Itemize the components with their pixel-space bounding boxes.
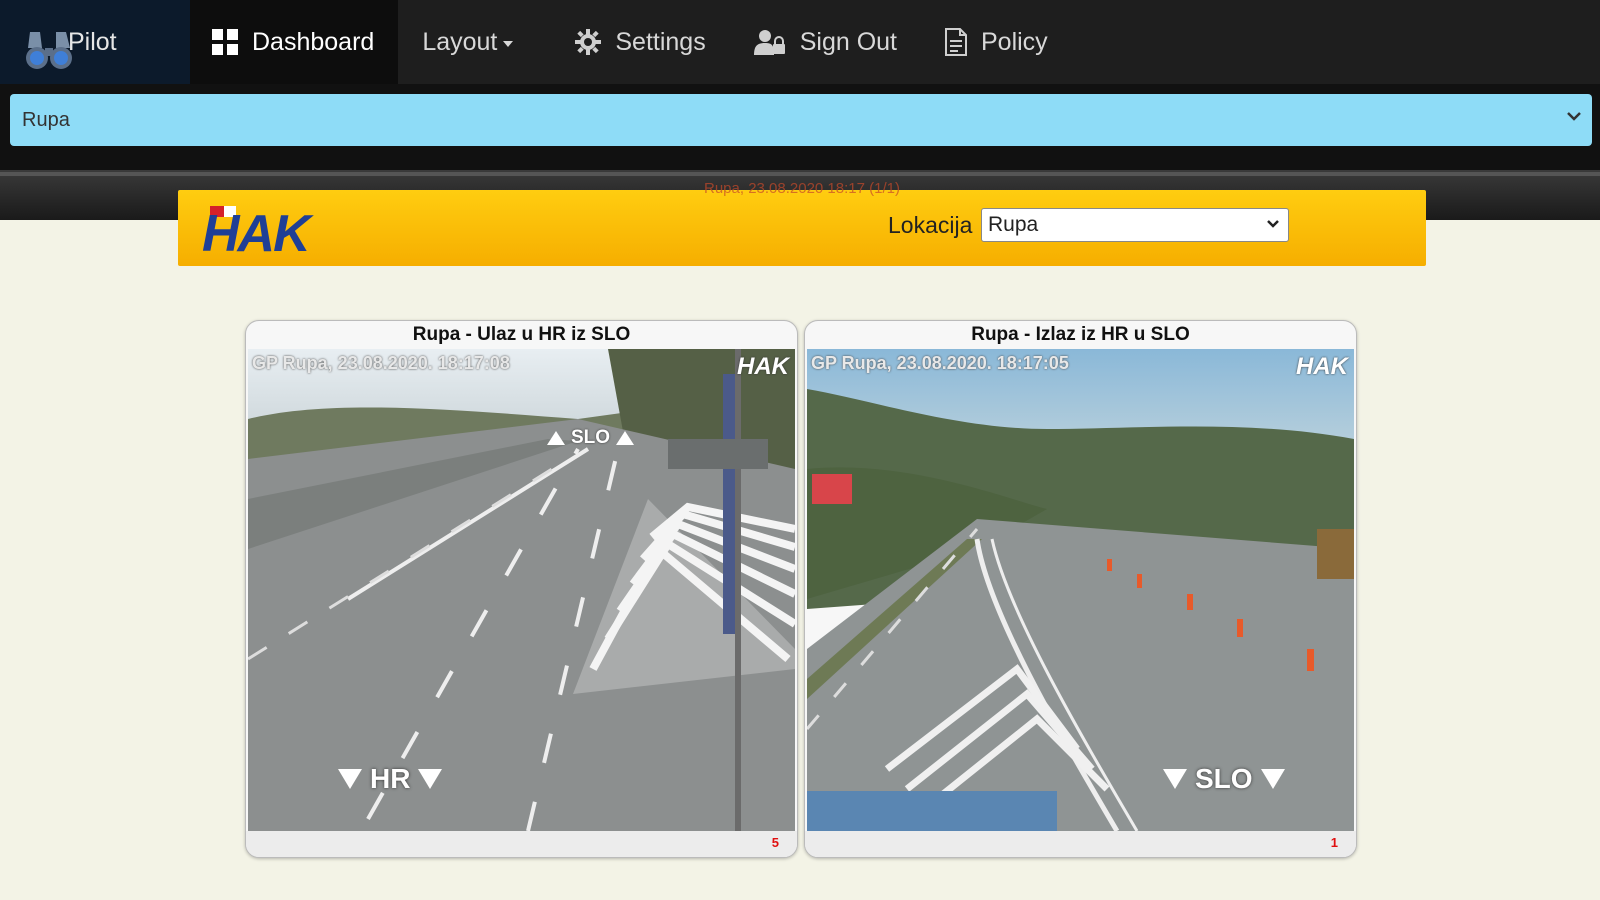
location-select[interactable]: Rupa xyxy=(10,94,1592,146)
chevron-down-icon xyxy=(1267,220,1279,228)
nav-sign-out-label: Sign Out xyxy=(799,27,897,56)
camera-image[interactable]: GP Rupa, 23.08.2020. 18:17:05 HAK SLO xyxy=(807,349,1354,831)
brand[interactable]: Pilot xyxy=(0,0,190,84)
camera-card-exit[interactable]: Rupa - Izlaz iz HR u SLO GP Rupa, 23.08.… xyxy=(804,320,1357,858)
road-sign-top: SLO xyxy=(541,427,640,449)
camera-title: Rupa - Izlaz iz HR u SLO xyxy=(971,324,1190,345)
chevron-down-icon xyxy=(1567,112,1581,121)
road-sign-top-label: SLO xyxy=(571,427,611,448)
camera-footer: 5 xyxy=(246,831,797,857)
camera-watermark: HAK xyxy=(1296,353,1348,380)
camera-timestamp: GP Rupa, 23.08.2020. 18:17:05 xyxy=(811,353,1069,373)
hak-header: Rupa, 23.08.2020 18:17 (1/1) HAK Lokacij… xyxy=(178,180,1426,266)
nav-policy[interactable]: Policy xyxy=(921,0,1072,84)
arrow-down-icon xyxy=(1260,769,1285,789)
nav-settings-label: Settings xyxy=(615,27,706,56)
nav-layout-label: Layout xyxy=(422,27,498,56)
camera-counter: 1 xyxy=(1330,835,1338,850)
location-select-bar: Rupa xyxy=(0,84,1600,170)
nav-dashboard-label: Dashboard xyxy=(252,27,375,56)
camera-title: Rupa - Ulaz u HR iz SLO xyxy=(412,324,631,345)
location-select-value: Rupa xyxy=(22,108,70,131)
user-lock-icon xyxy=(753,30,785,55)
camera-card-entry[interactable]: Rupa - Ulaz u HR iz SLO GP Rupa, 23.08.2… xyxy=(245,320,798,858)
camera-image[interactable]: GP Rupa, 23.08.2020. 18:17:08 HAK SLO HR xyxy=(248,349,795,831)
grid-icon xyxy=(212,29,238,55)
camera-timestamp: GP Rupa, 23.08.2020. 18:17:08 xyxy=(252,353,510,373)
gear-icon xyxy=(575,29,602,55)
road-direction-label: HR xyxy=(330,763,450,795)
camera-watermark: HAK xyxy=(737,353,789,380)
road-direction-text: SLO xyxy=(1195,763,1253,794)
binoculars-icon xyxy=(24,26,74,77)
top-navbar: Pilot Dashboard Layout Settings Sign Out… xyxy=(0,0,1600,84)
location-dropdown-value: Rupa xyxy=(988,213,1039,236)
road-direction-text: HR xyxy=(370,763,411,794)
nav-sign-out[interactable]: Sign Out xyxy=(730,0,921,84)
arrow-down-icon xyxy=(338,769,362,789)
hak-logo-text: HAK xyxy=(202,205,311,263)
arrow-up-icon xyxy=(547,431,565,445)
camera-footer: 1 xyxy=(805,831,1356,857)
nav-settings[interactable]: Settings xyxy=(551,0,729,84)
arrow-down-icon xyxy=(418,769,443,789)
nav-layout-dropdown[interactable]: Layout xyxy=(398,0,537,84)
caret-down-icon xyxy=(503,41,514,47)
camera-counter: 5 xyxy=(771,835,779,850)
document-icon xyxy=(945,28,967,56)
nav-dashboard[interactable]: Dashboard xyxy=(190,0,399,84)
location-label: Lokacija xyxy=(888,212,973,238)
location-dropdown[interactable]: Rupa xyxy=(981,208,1289,242)
brand-label: Pilot xyxy=(68,27,117,56)
arrow-down-icon xyxy=(1163,769,1187,789)
page-caption: Rupa, 23.08.2020 18:17 (1/1) xyxy=(704,180,900,197)
arrow-up-icon xyxy=(616,431,635,445)
nav-policy-label: Policy xyxy=(981,27,1048,56)
road-direction-label: SLO xyxy=(1155,763,1293,795)
hak-logo: HAK xyxy=(202,204,362,260)
